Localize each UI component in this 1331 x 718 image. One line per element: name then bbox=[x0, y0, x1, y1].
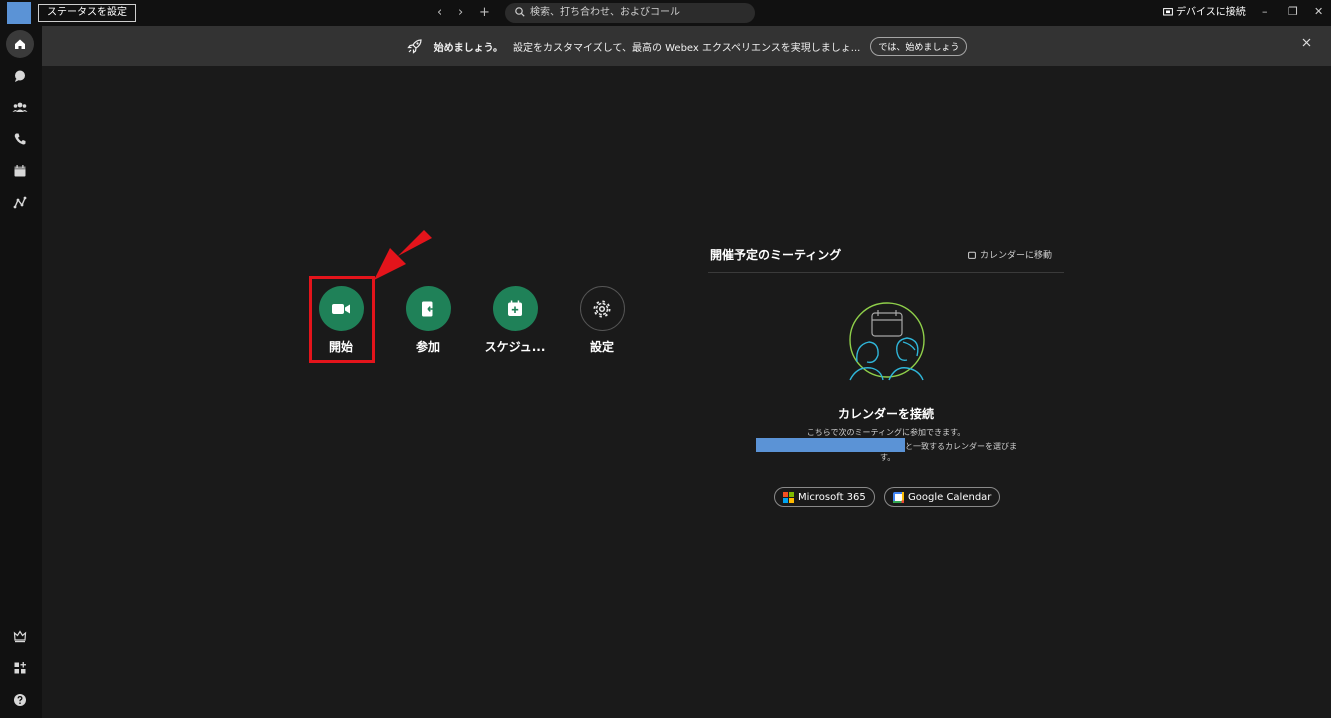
upcoming-meetings-title: 開催予定のミーティング bbox=[710, 248, 842, 262]
new-button[interactable]: + bbox=[479, 3, 490, 23]
go-to-calendar-label: カレンダーに移動 bbox=[980, 251, 1053, 261]
help-icon bbox=[14, 694, 26, 706]
title-bar: ステータスを設定 ‹ › + 検索、打ち合わせ、およびコール デバイスに接続 –… bbox=[0, 0, 1331, 26]
device-icon bbox=[1163, 8, 1173, 16]
connect-calendar-title: カレンダーを接続 bbox=[837, 407, 934, 421]
microsoft-365-label: Microsoft 365 bbox=[798, 491, 866, 503]
microsoft-logo-icon bbox=[783, 491, 794, 503]
search-icon bbox=[515, 7, 525, 17]
forward-button[interactable]: › bbox=[458, 3, 463, 23]
chat-icon bbox=[15, 70, 25, 82]
connect-calendar-desc-line3: す。 bbox=[880, 453, 896, 462]
schedule-meeting-button[interactable] bbox=[492, 286, 538, 331]
divider bbox=[708, 272, 1064, 273]
calendar-icon bbox=[14, 165, 26, 177]
calendar-icon bbox=[968, 251, 976, 259]
banner-message: 設定をカスタマイズして、最高の Webex エクスペリエンスを実現しましょ... bbox=[513, 42, 861, 54]
analytics-icon bbox=[13, 196, 27, 209]
connect-calendar-desc-text: と一致するカレンダーを選びま bbox=[905, 442, 1017, 451]
back-button[interactable]: ‹ bbox=[437, 3, 442, 23]
settings-action[interactable]: 設定 bbox=[562, 286, 642, 355]
connect-calendar-desc-line2: と一致するカレンダーを選びま bbox=[756, 438, 1017, 452]
join-meeting-action[interactable]: 参加 bbox=[388, 286, 468, 355]
highlight-box bbox=[309, 276, 375, 363]
google-calendar-label: Google Calendar bbox=[908, 491, 992, 503]
join-meeting-label: 参加 bbox=[415, 340, 440, 354]
apps-icon bbox=[14, 662, 26, 674]
sidebar-item-meetings[interactable] bbox=[6, 157, 34, 185]
restore-button[interactable]: ❐ bbox=[1288, 4, 1298, 20]
gear-icon bbox=[593, 300, 611, 317]
banner-headline: 始めましょう。 bbox=[433, 42, 504, 54]
sidebar-item-apps[interactable] bbox=[6, 654, 34, 682]
sidebar-item-help[interactable] bbox=[6, 686, 34, 714]
rocket-icon bbox=[406, 39, 422, 54]
get-started-button[interactable]: では、始めましょう bbox=[870, 36, 968, 56]
sidebar bbox=[0, 26, 42, 718]
connect-calendar-illustration bbox=[849, 302, 925, 381]
people-icon bbox=[12, 102, 28, 112]
phone-icon bbox=[14, 133, 26, 145]
google-calendar-icon bbox=[893, 491, 904, 503]
banner-close-button[interactable] bbox=[1302, 38, 1311, 50]
calendar-add-icon bbox=[508, 300, 522, 316]
sidebar-item-calling[interactable] bbox=[6, 125, 34, 153]
schedule-meeting-label: スケジュ... bbox=[484, 340, 546, 354]
close-button[interactable]: ✕ bbox=[1314, 4, 1323, 20]
connect-calendar-desc-line1: こちらで次のミーティングに参加できます。 bbox=[806, 428, 966, 437]
sidebar-item-home[interactable] bbox=[6, 30, 34, 58]
minimize-button[interactable]: – bbox=[1262, 4, 1268, 20]
redacted-email bbox=[756, 438, 905, 452]
search-input[interactable]: 検索、打ち合わせ、およびコール bbox=[505, 3, 755, 23]
connect-device-button[interactable]: デバイスに接続 bbox=[1163, 5, 1246, 21]
close-icon bbox=[1302, 38, 1311, 47]
sidebar-item-teams[interactable] bbox=[6, 93, 34, 121]
set-status-button[interactable]: ステータスを設定 bbox=[38, 4, 136, 22]
crown-icon bbox=[13, 630, 27, 643]
join-icon bbox=[422, 301, 436, 316]
settings-button[interactable] bbox=[579, 286, 625, 331]
connect-device-label: デバイスに接続 bbox=[1176, 7, 1246, 18]
pointer-arrow bbox=[374, 230, 432, 280]
sidebar-item-upgrade[interactable] bbox=[6, 622, 34, 650]
getting-started-banner: 始めましょう。 設定をカスタマイズして、最高の Webex エクスペリエンスを実… bbox=[42, 26, 1331, 66]
home-icon bbox=[15, 39, 25, 49]
settings-label: 設定 bbox=[589, 340, 614, 354]
join-meeting-button[interactable] bbox=[405, 286, 451, 331]
avatar[interactable] bbox=[7, 2, 31, 24]
schedule-meeting-action[interactable]: スケジュ... bbox=[475, 286, 555, 355]
sidebar-item-analytics[interactable] bbox=[6, 189, 34, 217]
sidebar-item-messaging[interactable] bbox=[6, 62, 34, 90]
go-to-calendar-link[interactable]: カレンダーに移動 bbox=[968, 248, 1052, 261]
microsoft-365-button[interactable]: Microsoft 365 bbox=[774, 487, 875, 507]
search-placeholder: 検索、打ち合わせ、およびコール bbox=[530, 7, 680, 18]
google-calendar-button[interactable]: Google Calendar bbox=[884, 487, 1001, 507]
